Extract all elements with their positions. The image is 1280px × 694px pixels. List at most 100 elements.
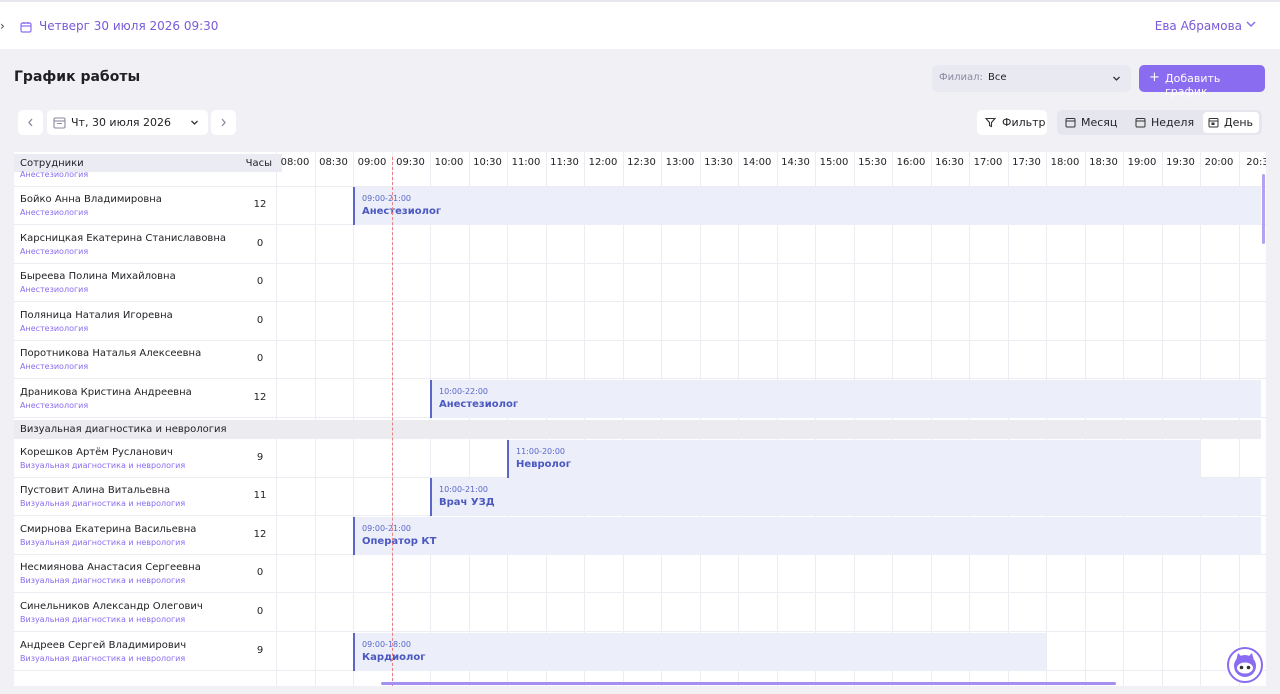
shift-block[interactable]: 09:00-21:00 Анестезиолог [353, 187, 1261, 225]
group-header: Визуальная диагностика и неврология [14, 419, 1261, 439]
employee-department: Анестезиология [20, 323, 89, 333]
chevron-left-icon [28, 118, 33, 127]
time-column-header: 20:00 [1204, 157, 1234, 168]
employee-department: Визуальная диагностика и неврология [20, 615, 186, 624]
assistant-button[interactable] [1227, 647, 1263, 683]
employee-department: Визуальная диагностика и неврология [20, 653, 186, 663]
add-schedule-label: Добавить график [1165, 72, 1221, 98]
employee-department: Анестезиология [20, 208, 89, 217]
employee-hours: 9 [256, 451, 264, 463]
time-column-header: 15:00 [819, 157, 849, 168]
time-column-header: 18:00 [1050, 157, 1080, 168]
employee-name: Драникова Кристина Андреевна [20, 387, 192, 398]
employee-department: Анестезиология [20, 401, 89, 410]
time-column-header: 13:00 [665, 157, 695, 168]
time-column-header: 17:30 [1012, 157, 1041, 168]
time-column-header: 19:00 [1127, 157, 1157, 168]
employee-department: Визуальная диагностика и неврология [20, 499, 186, 509]
time-column-header: 10:00 [434, 157, 464, 168]
shift-block[interactable]: 11:00-20:00 Невролог [507, 439, 1200, 478]
view-week-label: Неделя [1151, 116, 1195, 129]
shift-block[interactable]: 10:00-22:00 Анестезиолог [430, 380, 1261, 418]
shift-role: Анестезиолог [439, 399, 519, 410]
employee-department: Анестезиология [20, 170, 89, 179]
table-row[interactable]: Карсницкая Екатерина Станиславовна Анесте… [14, 226, 1266, 264]
chevron-down-icon [191, 120, 198, 125]
employee-hours: 9 [256, 644, 264, 656]
employee-hours: 0 [256, 606, 264, 617]
user-menu[interactable]: Ева Абрамова [1155, 19, 1242, 33]
horizontal-scrollbar[interactable] [381, 682, 1116, 685]
employee-name: Быреева Полина Михайловна [20, 271, 176, 283]
current-datetime: Четверг 30 июля 2026 09:30 [39, 19, 219, 33]
employee-name: Андреев Сергей Владимирович [20, 639, 187, 651]
time-column-header: 13:30 [704, 157, 733, 168]
view-day-button[interactable]: День [1203, 112, 1259, 133]
table-row[interactable]: Несмиянова Анастасия Сергеевна Визуальная… [14, 555, 1266, 594]
top-bar: › Четверг 30 июля 2026 09:30 Ева Абрамов… [0, 0, 1280, 49]
expand-sidebar-icon[interactable]: › [0, 19, 10, 33]
employee-department: Анестезиология [20, 285, 89, 295]
shift-role: Невролог [516, 458, 571, 470]
vertical-scrollbar[interactable] [1262, 174, 1265, 244]
shift-role: Врач УЗД [439, 497, 495, 509]
employee-name: Поляница Наталия Игоревна [20, 309, 173, 321]
view-month-button[interactable]: Месяц [1060, 112, 1128, 133]
next-day-button[interactable] [211, 110, 236, 135]
shift-time: 09:00-21:00 [362, 523, 411, 533]
date-picker-value: Чт, 30 июля 2026 [71, 116, 171, 129]
calendar-icon [1208, 118, 1219, 128]
view-day-label: День [1224, 116, 1254, 129]
shift-time: 09:00-21:00 [362, 194, 411, 203]
employee-name: Карсницкая Екатерина Станиславовна [20, 232, 226, 244]
time-column-header: 08:30 [319, 157, 348, 168]
branch-value: Все [988, 72, 1007, 83]
calendar-icon [53, 117, 66, 129]
date-picker[interactable]: Чт, 30 июля 2026 [47, 110, 208, 135]
add-schedule-button[interactable]: + Добавить график [1139, 65, 1265, 98]
view-switch: Месяц Неделя День [1057, 110, 1262, 135]
shift-role: Анестезиолог [362, 206, 442, 217]
shift-role: Кардиолог [362, 651, 426, 663]
employee-department: Анестезиология [20, 362, 89, 372]
chevron-down-icon[interactable] [1244, 17, 1258, 31]
chevron-down-icon [1113, 76, 1120, 81]
employee-hours: 12 [253, 528, 267, 540]
shift-block[interactable]: 10:00-21:00 Врач УЗД [430, 478, 1261, 517]
time-column-header: 09:30 [396, 157, 425, 168]
table-row[interactable]: Поротникова Наталья Алексеевна Анестезиол… [14, 341, 1266, 380]
filter-button[interactable]: Фильтр [977, 110, 1047, 135]
shift-time: 10:00-21:00 [439, 485, 488, 495]
time-column-header: 16:00 [896, 157, 926, 168]
employee-hours: 0 [256, 276, 264, 288]
table-row: Анестезиология [14, 170, 1266, 187]
page-title: График работы [14, 69, 141, 85]
shift-role: Оператор КТ [362, 535, 437, 547]
current-time-line [391, 157, 393, 686]
table-row[interactable]: Поляница Наталия Игоревна Анестезиология 0 [14, 303, 1266, 341]
table-row[interactable]: Быреева Полина Михайловна Анестезиология 0 [14, 264, 1266, 303]
calendar-icon [20, 22, 32, 33]
time-column-header: 14:00 [742, 157, 772, 168]
shift-block[interactable]: 09:00-18:00 Кардиолог [353, 632, 1046, 671]
branch-select[interactable]: Филиал: Все [932, 65, 1131, 92]
time-column-header: 19:30 [1166, 157, 1195, 168]
time-column-header: 12:30 [627, 157, 656, 168]
view-week-button[interactable]: Неделя [1130, 112, 1200, 133]
time-column-header: 08:00 [280, 157, 310, 168]
employee-hours: 12 [253, 392, 267, 403]
chevron-right-icon [221, 118, 226, 127]
filter-icon [985, 117, 996, 128]
employee-hours: 12 [253, 199, 267, 210]
filter-label: Фильтр [1002, 116, 1046, 129]
table-row[interactable]: Синельников Александр Олегович Визуальная… [14, 594, 1266, 632]
shift-block[interactable]: 09:00-21:00 Оператор КТ [353, 516, 1261, 555]
employees-header-label: Сотрудники [20, 158, 84, 169]
shift-time: 09:00-18:00 [362, 639, 411, 649]
calendar-icon [1135, 118, 1146, 128]
prev-day-button[interactable] [18, 110, 43, 135]
shift-time: 11:00-20:00 [516, 446, 565, 456]
shift-time: 10:00-22:00 [439, 387, 488, 396]
time-column-header: 11:30 [550, 157, 579, 168]
employee-name: Бойко Анна Владимировна [20, 194, 162, 205]
